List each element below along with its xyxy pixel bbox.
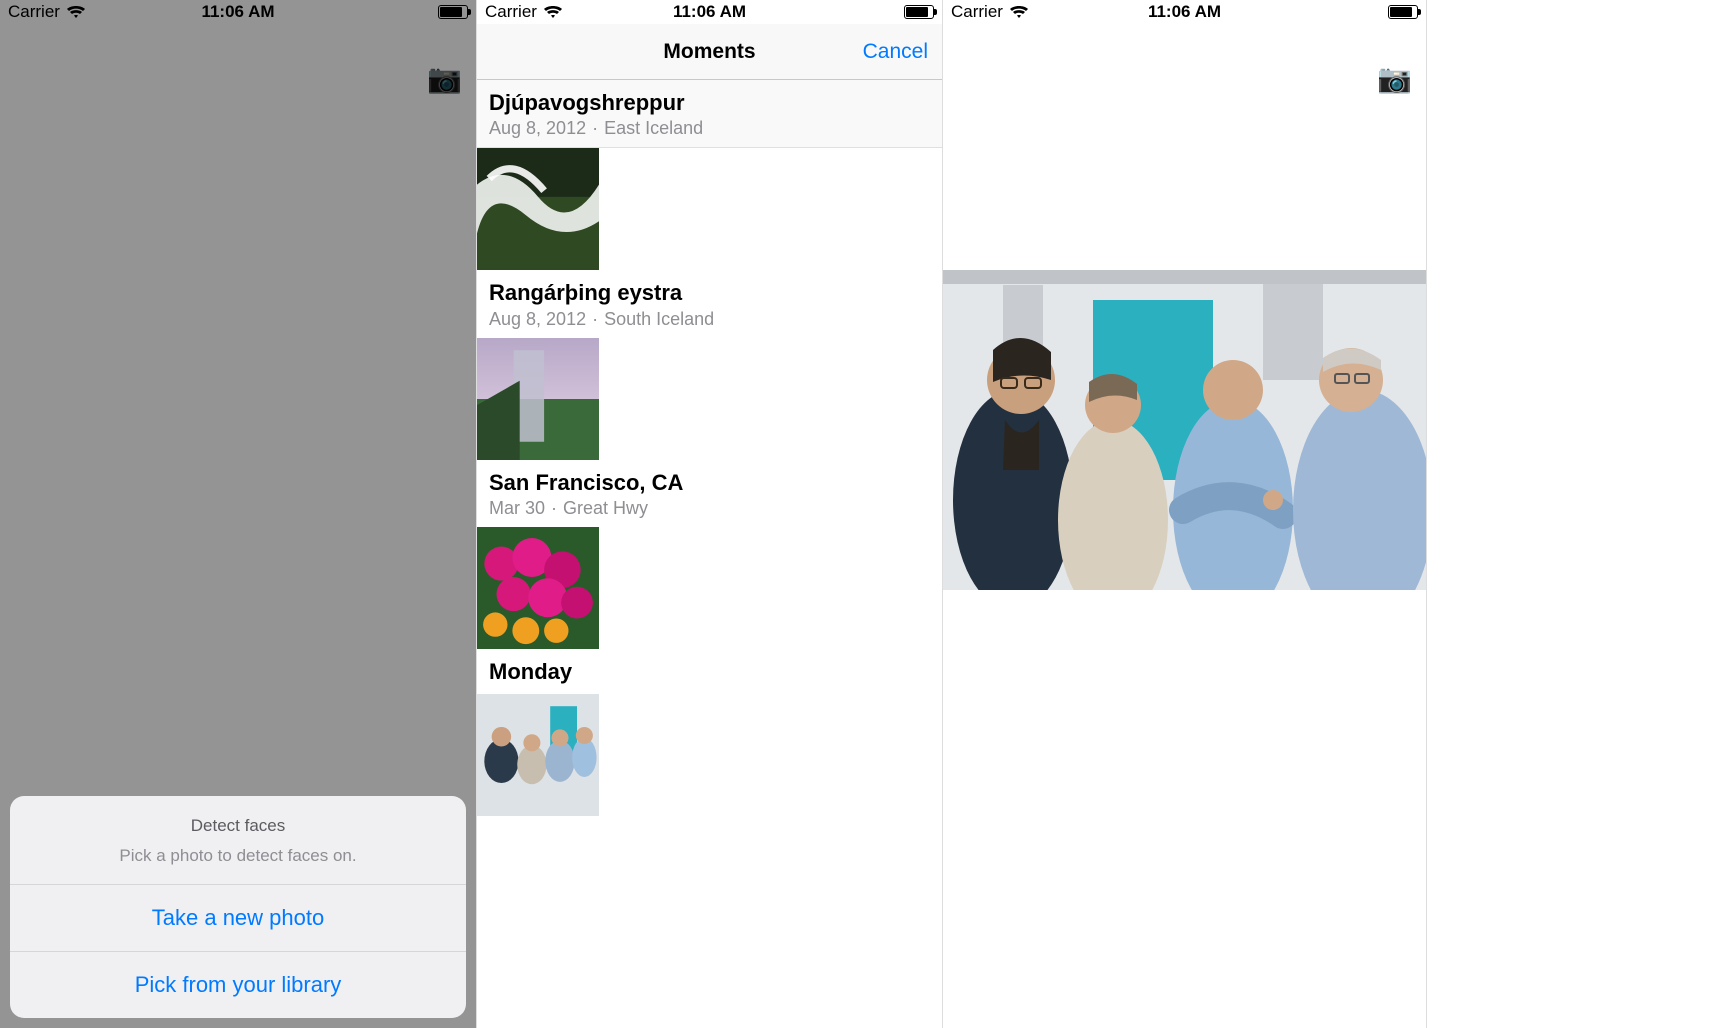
battery-icon: [904, 5, 934, 19]
pick-library-button[interactable]: Pick from your library: [10, 952, 466, 1018]
cancel-button[interactable]: Cancel: [863, 40, 928, 64]
phone-screen-3: Carrier 11:06 AM 📷: [943, 0, 1427, 1028]
moments-list[interactable]: Djúpavogshreppur Aug 8, 2012·East Icelan…: [477, 80, 942, 1028]
moment-header: Rangárþing eystra Aug 8, 2012·South Icel…: [477, 270, 942, 337]
take-photo-button[interactable]: Take a new photo: [10, 885, 466, 951]
nav-title: Moments: [663, 40, 755, 64]
moment-title: Rangárþing eystra: [489, 280, 930, 306]
moment-title: Djúpavogshreppur: [489, 90, 930, 116]
action-sheet-header: Detect faces Pick a photo to detect face…: [10, 796, 466, 884]
action-sheet: Detect faces Pick a photo to detect face…: [10, 796, 466, 1018]
moment-header: San Francisco, CA Mar 30·Great Hwy: [477, 460, 942, 527]
moment-subtitle: Mar 30·Great Hwy: [489, 498, 930, 519]
photo-thumbnail[interactable]: [477, 527, 599, 649]
action-sheet-title: Detect faces: [26, 816, 450, 836]
status-bar: Carrier 11:06 AM: [477, 0, 942, 24]
phone-screen-2: Carrier 11:06 AM Moments Cancel Djúpavog…: [477, 0, 943, 1028]
photo-thumbnail[interactable]: [477, 338, 599, 460]
photo-thumbnail[interactable]: [477, 694, 599, 816]
camera-icon[interactable]: 📷: [1377, 62, 1412, 95]
status-bar: Carrier 11:06 AM: [943, 0, 1426, 24]
moment-subtitle: Aug 8, 2012·East Iceland: [489, 118, 930, 139]
moment-header: Djúpavogshreppur Aug 8, 2012·East Icelan…: [477, 80, 942, 148]
photo-thumbnail[interactable]: [477, 148, 599, 270]
phone-screen-1: Carrier 11:06 AM 📷 Detect faces Pick a p…: [0, 0, 477, 1028]
result-photo: [943, 270, 1427, 590]
action-sheet-subtitle: Pick a photo to detect faces on.: [26, 846, 450, 866]
moment-header: Monday: [477, 649, 942, 693]
moment-title: San Francisco, CA: [489, 470, 930, 496]
battery-icon: [1388, 5, 1418, 19]
clock-label: 11:06 AM: [477, 2, 942, 22]
moment-subtitle: Aug 8, 2012·South Iceland: [489, 309, 930, 330]
clock-label: 11:06 AM: [943, 2, 1426, 22]
moment-title: Monday: [489, 659, 930, 685]
